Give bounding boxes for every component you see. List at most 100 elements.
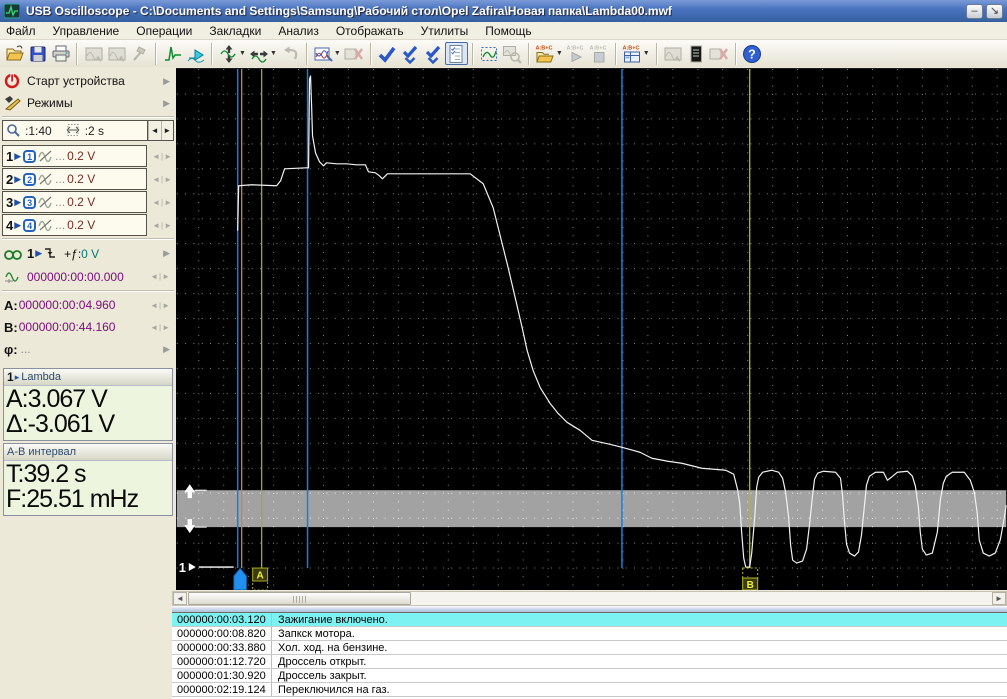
step-arrows[interactable]: ◄|► [152, 221, 174, 230]
abc-open-button[interactable]: A:B+C [534, 42, 557, 65]
channel-ground-label: 1 [179, 560, 186, 575]
step-arrows[interactable]: ◄|► [150, 301, 172, 310]
open-file-button[interactable] [3, 42, 26, 65]
splitter[interactable] [172, 606, 1007, 613]
channel-2-settings[interactable]: 2▶2...0.2 V [2, 168, 147, 190]
event-row[interactable]: 000000:01:30.920Дроссель закрыт. [172, 669, 1007, 683]
menu-Отображать[interactable]: Отображать [336, 24, 404, 38]
abc-panel-icon: A:B+C [622, 44, 642, 64]
channel-2-row[interactable]: 2▶2...0.2 V ◄|► [2, 168, 174, 190]
paste-waveform-icon [107, 44, 127, 64]
cursor-b-row[interactable]: B: 000000:00:44.160 ◄|► [2, 316, 174, 338]
copy-waveform-icon [84, 44, 104, 64]
print-button[interactable] [49, 42, 72, 65]
zoom-control[interactable]: :1:40 :2 s [2, 120, 148, 141]
restore-button[interactable]: ↘ [986, 4, 1003, 19]
abc-panel-button[interactable]: A:B+C [621, 42, 644, 65]
step-arrows[interactable]: ◄|► [150, 323, 172, 332]
impulse-view-button[interactable] [161, 42, 184, 65]
thumb-grip [293, 596, 307, 603]
apply-check-save-button[interactable] [422, 42, 445, 65]
zoom-in-button[interactable]: ► [161, 121, 174, 140]
event-row[interactable]: 000000:00:08.820Запкск мотора. [172, 627, 1007, 641]
menu-Управление[interactable]: Управление [53, 24, 120, 38]
wave-position-icon [4, 269, 22, 285]
menu-bar: Файл Управление Операции Закладки Анализ Отоб… [0, 22, 1007, 40]
fit-horizontal-dropdown[interactable]: ▼ [270, 50, 277, 57]
step-arrows[interactable]: ◄|► [152, 175, 174, 184]
scroll-left-button[interactable]: ◄ [173, 592, 187, 605]
modes-button[interactable]: Режимы ▶ [2, 92, 174, 114]
arrow-right-icon: ▶ [14, 197, 21, 208]
window-title: USB Oscilloscope - C:\Documents and Sett… [26, 4, 672, 18]
cursor-a-row[interactable]: A: 000000:00:04.960 ◄|► [2, 294, 174, 316]
fit-horizontal-icon [249, 44, 269, 64]
minimize-button[interactable]: – [966, 4, 983, 19]
cursor-b-label: B: [4, 320, 18, 335]
toolbar-separator [370, 43, 372, 65]
menu-Помощь[interactable]: Помощь [485, 24, 531, 38]
abc-panel-dropdown[interactable]: ▼ [643, 50, 650, 57]
channel-volt-per-div: 0.2 V [67, 172, 95, 186]
fit-vertical-dropdown[interactable]: ▼ [239, 50, 246, 57]
scroll-right-button[interactable]: ► [992, 592, 1006, 605]
interval-frequency: F:25.51 mHz [6, 487, 170, 512]
help-button[interactable]: ? [741, 42, 764, 65]
apply-check-button[interactable] [376, 42, 399, 65]
step-arrows[interactable]: ◄|► [152, 152, 174, 161]
fit-horizontal-button[interactable] [248, 42, 271, 65]
app-window: USB Oscilloscope - C:\Documents and Sett… [0, 0, 1007, 699]
result-chart-button [662, 42, 685, 65]
event-text: Хол. ход. на бензине. [272, 641, 1007, 654]
menu-Утилиты[interactable]: Утилиты [421, 24, 469, 38]
trigger-row[interactable]: 1 ▶ +ƒ: 0 V ▶ [2, 242, 174, 265]
abc-open-dropdown[interactable]: ▼ [556, 50, 563, 57]
horizontal-scrollbar[interactable]: ◄ ► [172, 591, 1007, 606]
step-arrows[interactable]: ◄|► [150, 272, 172, 281]
oscilloscope-plot[interactable]: 1AB [176, 68, 1007, 590]
time-position-row[interactable]: 000000:00:00.000 ◄|► [2, 265, 174, 288]
menu-Анализ[interactable]: Анализ [278, 24, 319, 38]
marks-list-button[interactable] [445, 42, 468, 65]
zoom-out-button[interactable]: ◄ [148, 121, 161, 140]
event-row[interactable]: 000000:00:33.880Хол. ход. на бензине. [172, 641, 1007, 655]
step-arrows[interactable]: ◄|► [152, 198, 174, 207]
channel-3-row[interactable]: 3▶3...0.2 V ◄|► [2, 191, 174, 213]
channel-3-settings[interactable]: 3▶3...0.2 V [2, 191, 147, 213]
scroll-thumb[interactable] [188, 592, 411, 605]
wave-off-icon [38, 149, 53, 163]
zoom-spinner: ◄ ► [148, 120, 174, 141]
channel-1-row[interactable]: 1▶1...0.2 V ◄|► [2, 145, 174, 167]
marks-list-icon [446, 44, 466, 64]
event-time: 000000:00:33.880 [172, 641, 272, 654]
menu-Закладки[interactable]: Закладки [209, 24, 261, 38]
menu-Операции[interactable]: Операции [136, 24, 192, 38]
channel-4-row[interactable]: 4▶4...0.2 V ◄|► [2, 214, 174, 236]
toolbar-separator [528, 43, 530, 65]
event-row[interactable]: 000000:00:03.120Зажигание включено. [172, 613, 1007, 627]
view-mode-button[interactable] [312, 42, 335, 65]
fit-vertical-button[interactable] [217, 42, 240, 65]
event-row[interactable]: 000000:02:19.124Переключился на газ. [172, 683, 1007, 697]
channel-4-settings[interactable]: 4▶4...0.2 V [2, 214, 147, 236]
toolbar-separator [76, 43, 78, 65]
phase-value: ... [21, 342, 31, 356]
close-view-icon [344, 44, 364, 64]
cursor-a-label: A: [4, 298, 18, 313]
menu-Файл[interactable]: Файл [6, 24, 36, 38]
scroll-track[interactable] [187, 592, 992, 605]
channel-badge: 1 [23, 150, 36, 163]
event-time: 000000:00:08.820 [172, 627, 272, 640]
select-region-button[interactable] [478, 42, 501, 65]
start-device-button[interactable]: Старт устройства ▶ [2, 70, 174, 92]
paste-waveform-button [105, 42, 128, 65]
print-icon [51, 44, 71, 64]
wave-marker-button[interactable] [184, 42, 207, 65]
measurement-panel-interval: A-B интервал T:39.2 s F:25.51 mHz [3, 443, 173, 516]
channel-1-settings[interactable]: 1▶1...0.2 V [2, 145, 147, 167]
apply-check-all-button[interactable] [399, 42, 422, 65]
save-file-button[interactable] [26, 42, 49, 65]
phase-row[interactable]: φ: ... ▶ [2, 338, 174, 360]
event-row[interactable]: 000000:01:12.720Дроссель открыт. [172, 655, 1007, 669]
view-mode-dropdown[interactable]: ▼ [334, 50, 341, 57]
